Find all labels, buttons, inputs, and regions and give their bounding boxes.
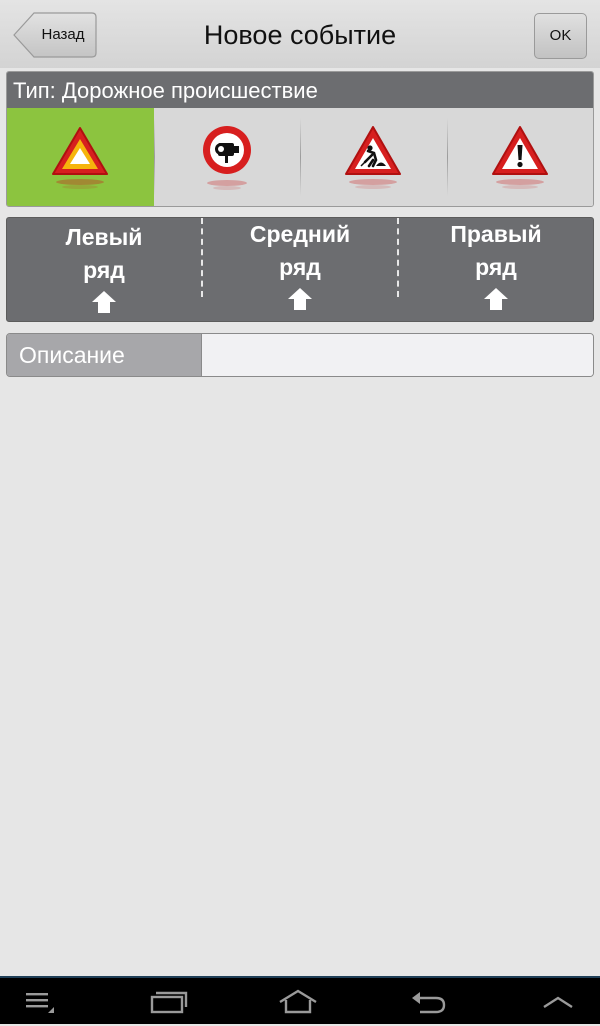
system-back-button[interactable] (393, 978, 463, 1026)
event-type-danger[interactable] (446, 108, 593, 206)
lane-right[interactable]: Правый ряд (397, 218, 593, 310)
description-input[interactable] (201, 334, 593, 376)
ok-button[interactable]: OK (534, 13, 587, 59)
lane-middle[interactable]: Средний ряд (201, 218, 397, 310)
danger-exclamation-sign-icon (491, 126, 548, 189)
recent-apps-button[interactable] (133, 978, 203, 1026)
arrow-up-icon (484, 288, 508, 310)
lane-left-label: Левый (65, 224, 143, 250)
lane-left-sublabel: ряд (83, 257, 125, 283)
back-button[interactable]: Назад (12, 12, 97, 58)
menu-button[interactable] (5, 978, 75, 1026)
lane-selector: Левый ряд Средний ряд Правый ряд (6, 217, 594, 322)
description-field-group: Описание (6, 333, 594, 377)
system-navigation-bar (0, 976, 600, 1024)
event-type-road-works[interactable] (300, 108, 447, 206)
home-icon (279, 989, 317, 1014)
back-icon (412, 992, 446, 1014)
recent-apps-icon (150, 991, 188, 1014)
accident-warning-triangle-icon (52, 127, 109, 189)
chevron-up-icon (543, 996, 573, 1009)
description-label: Описание (7, 334, 201, 376)
lane-right-sublabel: ряд (475, 254, 517, 280)
speed-camera-sign-icon (202, 126, 251, 190)
lane-left[interactable]: Левый ряд (7, 218, 201, 321)
arrow-up-icon (288, 288, 312, 310)
event-type-speed-camera[interactable] (153, 108, 300, 206)
event-type-accident[interactable] (7, 108, 154, 206)
back-button-label: Назад (41, 26, 85, 43)
lane-middle-label: Средний (249, 221, 351, 247)
home-button[interactable] (263, 978, 333, 1026)
page-title: Новое событие (203, 20, 397, 50)
menu-icon (26, 993, 54, 1013)
event-type-label: Тип: Дорожное происшествие (7, 72, 593, 108)
road-works-sign-icon (345, 126, 402, 189)
event-type-section: Тип: Дорожное происшествие (6, 71, 594, 207)
event-type-selector (7, 108, 593, 206)
show-more-button[interactable] (523, 978, 593, 1026)
header-bar: Назад Новое событие OK (0, 0, 600, 68)
lane-middle-sublabel: ряд (279, 254, 321, 280)
arrow-up-icon (92, 291, 116, 313)
lane-right-label: Правый (450, 221, 542, 247)
